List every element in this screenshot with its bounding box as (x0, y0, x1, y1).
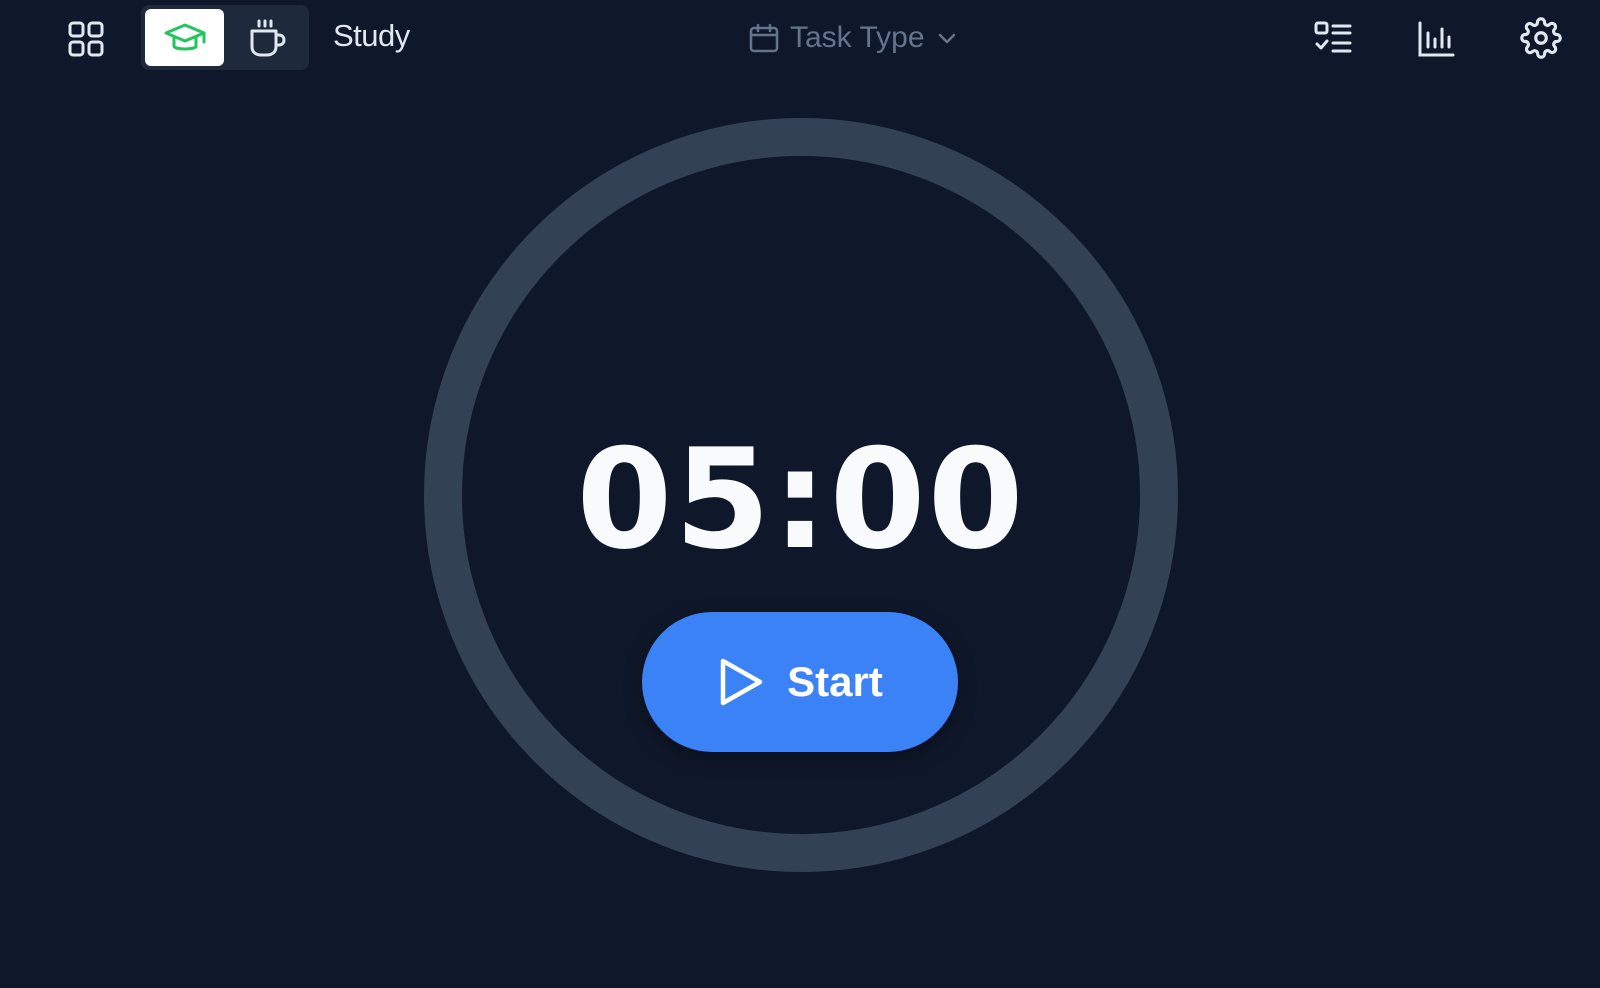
timer-display: 05:00 (576, 419, 1026, 580)
bar-chart-icon (1418, 21, 1455, 57)
calendar-icon (749, 23, 779, 53)
top-bar: Study Task Type (0, 0, 1600, 80)
task-type-dropdown[interactable]: Task Type (748, 16, 959, 60)
apps-grid-icon (68, 21, 104, 57)
task-list-icon (1314, 21, 1352, 53)
start-button-label: Start (787, 658, 883, 705)
settings-button[interactable] (1515, 12, 1567, 64)
graduation-cap-icon (164, 23, 205, 50)
start-button[interactable]: Start (642, 612, 958, 752)
statistics-button[interactable] (1411, 14, 1461, 64)
gear-icon (1520, 17, 1562, 59)
mode-toggle (141, 5, 309, 70)
mode-label: Study (333, 18, 410, 53)
coffee-cup-icon (250, 19, 285, 56)
break-mode-button[interactable] (226, 9, 305, 66)
play-icon (720, 658, 763, 706)
chevron-down-icon (938, 33, 955, 44)
study-mode-button[interactable] (145, 9, 224, 66)
apps-button[interactable] (62, 15, 110, 63)
tasks-button[interactable] (1308, 14, 1358, 64)
pomodoro-app: Study Task Type 05:00 Start (0, 0, 1600, 988)
task-type-label: Task Type (790, 21, 925, 54)
